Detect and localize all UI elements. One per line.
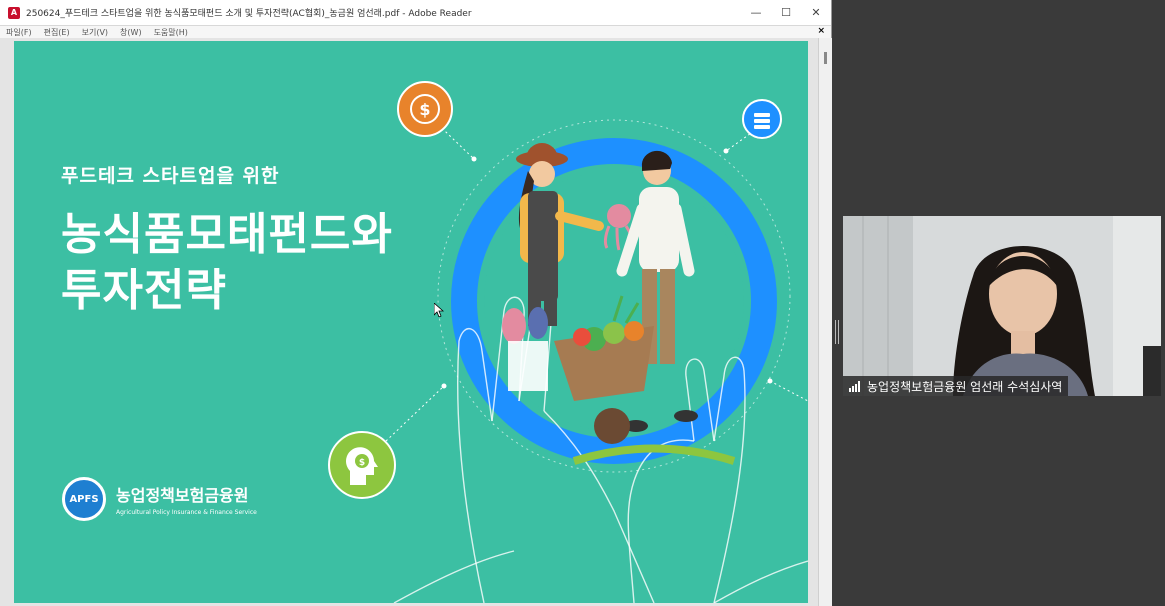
apfs-logo-badge: APFS bbox=[62, 477, 106, 521]
participant-name-label: 농업정책보험금융원 엄선래 수석심사역 bbox=[843, 376, 1069, 396]
signal-strength-icon bbox=[849, 380, 861, 392]
logo-english-name: Agricultural Policy Insurance & Finance … bbox=[116, 509, 257, 516]
vertical-scrollbar[interactable] bbox=[818, 38, 832, 606]
minimize-button[interactable]: — bbox=[741, 6, 771, 19]
menu-window[interactable]: 창(W) bbox=[120, 27, 142, 38]
pdf-icon: A bbox=[8, 6, 20, 19]
menu-edit[interactable]: 편집(E) bbox=[44, 27, 70, 38]
menu-view[interactable]: 보기(V) bbox=[82, 27, 108, 38]
fish-bundle bbox=[502, 307, 548, 391]
title-bar[interactable]: A 250624_푸드테크 스타트업을 위한 농식품모태펀드 소개 및 투자전략… bbox=[0, 0, 831, 26]
svg-text:$: $ bbox=[359, 458, 365, 468]
window-title: 250624_푸드테크 스타트업을 위한 농식품모태펀드 소개 및 투자전략(A… bbox=[26, 9, 472, 19]
logo-korean-name: 농업정책보험금융원 bbox=[116, 486, 249, 505]
menu-help[interactable]: 도움말(H) bbox=[154, 27, 188, 38]
document-area[interactable]: $ $ 푸드테크 스타트업을 위한 농식품모태펀드와 투자전략 APFS 농업정… bbox=[0, 38, 832, 606]
maximize-button[interactable]: ☐ bbox=[771, 6, 801, 19]
screen: A 250624_푸드테크 스타트업을 위한 농식품모태펀드 소개 및 투자전략… bbox=[0, 0, 1165, 606]
svg-text:$: $ bbox=[419, 100, 430, 119]
slide-page: $ $ 푸드테크 스타트업을 위한 농식품모태펀드와 투자전략 APFS 농업정… bbox=[14, 41, 808, 603]
close-button[interactable]: ✕ bbox=[801, 6, 831, 19]
participant-name: 농업정책보험금융원 엄선래 수석심사역 bbox=[867, 379, 1063, 394]
coins-icon bbox=[742, 99, 782, 139]
mouse-cursor-icon bbox=[434, 303, 444, 317]
menu-file[interactable]: 파일(F) bbox=[6, 27, 32, 38]
adobe-reader-window: A 250624_푸드테크 스타트업을 위한 농식품모태펀드 소개 및 투자전략… bbox=[0, 0, 832, 606]
menu-bar: 파일(F) 편집(E) 보기(V) 창(W) 도움말(H) × bbox=[0, 26, 831, 38]
slide-title-line2: 투자전략 bbox=[61, 265, 227, 316]
globe-dollar-icon: $ bbox=[397, 81, 453, 137]
panel-splitter-handle[interactable] bbox=[835, 320, 839, 344]
apfs-logo: APFS 농업정책보험금융원 Agricultural Policy Insur… bbox=[62, 477, 257, 521]
head-dollar-icon: $ bbox=[328, 431, 396, 499]
document-close-button[interactable]: × bbox=[817, 26, 825, 36]
speaker-video bbox=[843, 216, 1161, 396]
slide-title-line1: 농식품모태펀드와 bbox=[61, 209, 393, 260]
webcam-video-panel: 농업정책보험금융원 엄선래 수석심사역 bbox=[843, 216, 1161, 396]
scrollbar-thumb[interactable] bbox=[824, 52, 827, 64]
slide-subtitle: 푸드테크 스타트업을 위한 bbox=[61, 165, 280, 187]
slide-title: 농식품모태펀드와 투자전략 bbox=[61, 207, 393, 319]
